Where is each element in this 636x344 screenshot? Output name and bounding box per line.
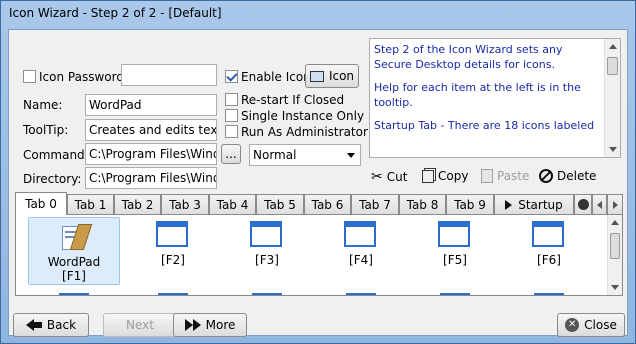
window-icon: [156, 221, 188, 247]
scissors-icon: ✂: [371, 169, 383, 185]
close-icon: ✕: [565, 318, 580, 332]
restart-check-box[interactable]: [225, 93, 238, 106]
tab-6[interactable]: Tab 6: [304, 194, 351, 214]
next-row-icon-hint: [346, 293, 376, 295]
icon-password-input[interactable]: [121, 64, 217, 86]
paste-button[interactable]: Paste: [481, 169, 529, 183]
slots-scrollbar[interactable]: [607, 215, 622, 295]
scroll-down-icon[interactable]: [609, 147, 617, 152]
restart-checkbox[interactable]: Re-start If Closed: [225, 93, 344, 107]
close-button[interactable]: ✕ Close: [557, 313, 625, 337]
tab-strip: Tab 0 Tab 1 Tab 2 Tab 3 Tab 4 Tab 5 Tab …: [15, 192, 623, 215]
dialog-body: Icon Password: Enable Icon Icon Name: Wo…: [8, 29, 628, 337]
next-button[interactable]: Next: [103, 313, 177, 337]
slot-f1-name: WordPad: [47, 255, 101, 269]
scroll-down-icon[interactable]: [611, 285, 619, 290]
enable-icon-checkbox[interactable]: Enable Icon: [225, 70, 311, 84]
info-paragraph-2: Help for each item at the left is in the…: [374, 81, 581, 109]
tab-3[interactable]: Tab 3: [161, 194, 209, 214]
slot-f5-key: [F5]: [443, 253, 467, 267]
double-arrow-right-icon: [184, 319, 201, 331]
copy-button[interactable]: Copy: [422, 169, 468, 183]
window-state-select[interactable]: Normal: [249, 144, 361, 166]
single-instance-checkbox[interactable]: Single Instance Only: [225, 109, 364, 123]
arrow-left-icon: [25, 319, 42, 331]
tooltip-label: ToolTip:: [23, 123, 69, 137]
play-icon: [505, 199, 513, 210]
window-icon: [532, 221, 564, 247]
info-scrollbar[interactable]: [604, 39, 620, 157]
window-title: Icon Wizard - Step 2 of 2 - [Default]: [9, 6, 222, 20]
tab-4[interactable]: Tab 4: [209, 194, 256, 214]
name-input[interactable]: WordPad: [85, 94, 217, 116]
tooltip-input[interactable]: Creates and edits text dc: [85, 119, 217, 141]
icon-slot-f5[interactable]: [F5]: [410, 215, 500, 285]
info-paragraph-1: Step 2 of the Icon Wizard sets any Secur…: [374, 43, 563, 71]
icon-slots-panel: WordPad [F1] [F2] [F3] [F4] [F5] [F6]: [15, 214, 623, 296]
slot-f3-key: [F3]: [255, 253, 279, 267]
window-icon: [250, 221, 282, 247]
icon-slot-f2[interactable]: [F2]: [128, 215, 218, 285]
icon-password-check-box[interactable]: [23, 70, 36, 83]
copy-icon: [422, 169, 434, 183]
icon-button[interactable]: Icon: [305, 64, 359, 88]
next-row-icon-hint: [59, 293, 89, 295]
tab-scroll-right-icon[interactable]: [607, 194, 623, 214]
picture-icon: [309, 70, 324, 82]
window-icon: [344, 221, 376, 247]
info-panel[interactable]: Step 2 of the Icon Wizard sets any Secur…: [369, 38, 621, 158]
name-label: Name:: [23, 98, 63, 112]
tab-1[interactable]: Tab 1: [67, 194, 114, 214]
scroll-up-icon[interactable]: [611, 220, 619, 225]
scroll-thumb[interactable]: [610, 233, 620, 259]
single-instance-check-box[interactable]: [225, 109, 238, 122]
command-input[interactable]: C:\Program Files\Windo: [85, 143, 217, 165]
tab-9[interactable]: Tab 9: [446, 194, 494, 214]
wordpad-icon: [60, 222, 93, 252]
tab-2[interactable]: Tab 2: [114, 194, 161, 214]
tab-8[interactable]: Tab 8: [399, 194, 446, 214]
next-row-icon-hint: [534, 293, 564, 295]
clipboard-icon: [481, 169, 493, 183]
next-row-icon-hint: [252, 293, 282, 295]
icon-slot-f6[interactable]: [F6]: [504, 215, 594, 285]
more-button[interactable]: More: [173, 313, 247, 337]
delete-button[interactable]: Delete: [539, 169, 596, 183]
tab-startup[interactable]: Startup: [494, 194, 574, 214]
directory-input[interactable]: C:\Program Files\Windo: [85, 167, 217, 189]
next-row-icon-hint: [158, 293, 188, 295]
directory-label: Directory:: [23, 172, 82, 186]
slot-f1-key: [F1]: [62, 269, 86, 283]
slot-f6-key: [F6]: [537, 253, 561, 267]
icon-password-checkbox[interactable]: Icon Password:: [23, 70, 128, 84]
back-button[interactable]: Back: [13, 313, 89, 337]
slot-f4-key: [F4]: [349, 253, 373, 267]
tab-7[interactable]: Tab 7: [351, 194, 399, 214]
chevron-down-icon: [347, 153, 355, 158]
next-row-icon-hint: [440, 293, 470, 295]
cut-button[interactable]: ✂ Cut: [371, 169, 407, 185]
icon-slot-f1[interactable]: WordPad [F1]: [28, 217, 120, 285]
scroll-thumb[interactable]: [607, 57, 618, 75]
tab-0[interactable]: Tab 0: [15, 192, 67, 215]
browse-button[interactable]: ...: [221, 144, 241, 164]
icon-slot-f3[interactable]: [F3]: [222, 215, 312, 285]
icon-wizard-window: Icon Wizard - Step 2 of 2 - [Default] Ic…: [0, 0, 636, 344]
slot-f2-key: [F2]: [161, 253, 185, 267]
tab-scroll-left-icon[interactable]: [592, 194, 607, 214]
enable-icon-check-box[interactable]: [225, 70, 238, 83]
tab-5[interactable]: Tab 5: [256, 194, 304, 214]
info-paragraph-3: Startup Tab - There are 18 icons labeled: [374, 119, 595, 132]
clock-icon[interactable]: [574, 194, 592, 214]
window-icon: [438, 221, 470, 247]
run-admin-check-box[interactable]: [225, 125, 238, 138]
delete-icon: [539, 169, 553, 183]
icon-slot-f4[interactable]: [F4]: [316, 215, 406, 285]
command-label: Command:: [23, 148, 89, 162]
scroll-up-icon[interactable]: [609, 44, 617, 49]
run-admin-checkbox[interactable]: Run As Administrator: [225, 125, 368, 139]
